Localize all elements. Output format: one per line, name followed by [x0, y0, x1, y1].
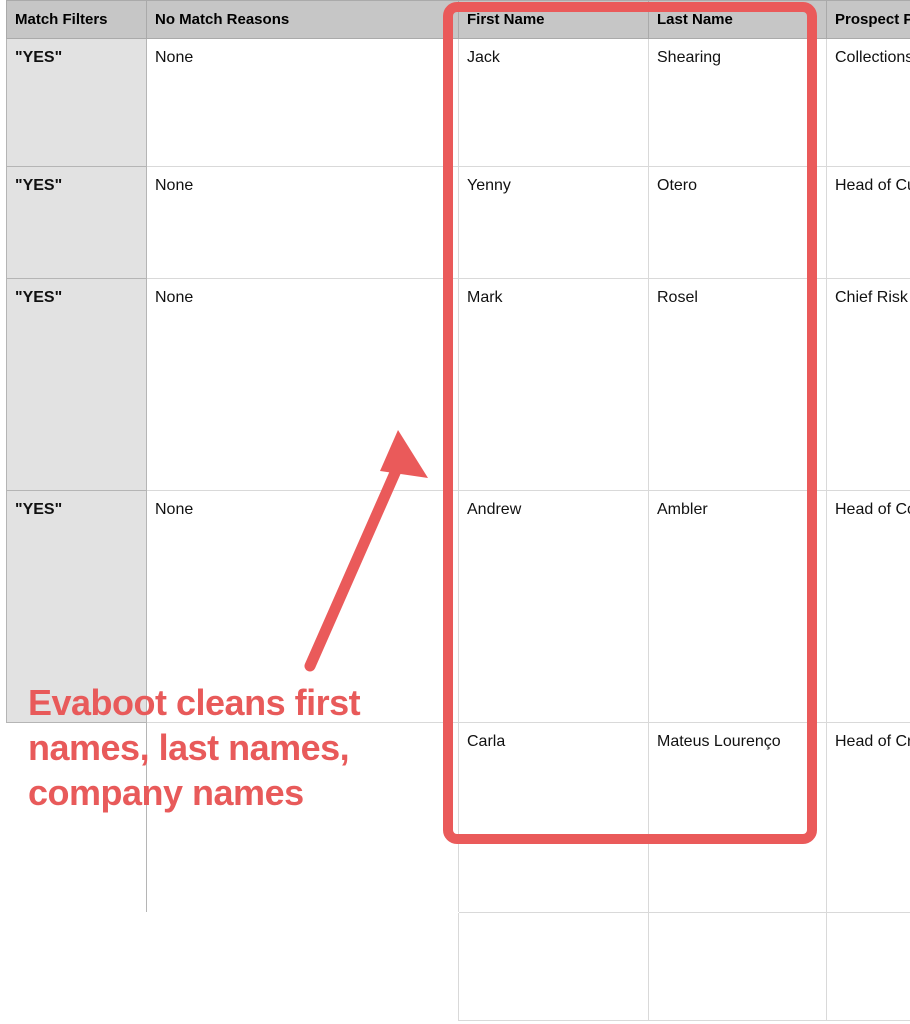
cell-last: Shearing [649, 39, 827, 167]
cell-prospect: Head of Co [827, 491, 910, 723]
header-no-match-reasons: No Match Reasons [147, 1, 459, 39]
cell-match: "YES" [7, 39, 147, 167]
data-table-wrap: Match Filters No Match Reasons First Nam… [6, 0, 910, 1021]
table-header-row: Match Filters No Match Reasons First Nam… [7, 1, 910, 39]
header-last-name: Last Name [649, 1, 827, 39]
cell-first [459, 913, 649, 1021]
cell-reason [147, 913, 459, 1021]
data-table: Match Filters No Match Reasons First Nam… [6, 0, 910, 1021]
cell-first: Mark [459, 279, 649, 491]
table-row: "YES" None Mark Rosel Chief Risk O [7, 279, 910, 491]
cell-reason: None [147, 167, 459, 279]
cell-prospect: Chief Risk O [827, 279, 910, 491]
cell-first: Andrew [459, 491, 649, 723]
annotation-text: Evaboot cleans first names, last names, … [28, 680, 428, 815]
header-match-filters: Match Filters [7, 1, 147, 39]
cell-first: Carla [459, 723, 649, 913]
cell-first: Yenny [459, 167, 649, 279]
cell-prospect: Head of Cre [827, 723, 910, 913]
table-row: "YES" None Jack Shearing Collections [7, 39, 910, 167]
cell-first: Jack [459, 39, 649, 167]
cell-prospect [827, 913, 910, 1021]
cell-last: Ambler [649, 491, 827, 723]
cell-match [7, 913, 147, 1021]
table-row [7, 913, 910, 1021]
cell-prospect: Head of Cus [827, 167, 910, 279]
cell-last: Otero [649, 167, 827, 279]
cell-last [649, 913, 827, 1021]
cell-match: "YES" [7, 167, 147, 279]
cell-last: Mateus Lourenço [649, 723, 827, 913]
cell-last: Rosel [649, 279, 827, 491]
cell-reason: None [147, 39, 459, 167]
cell-prospect: Collections [827, 39, 910, 167]
header-prospect: Prospect P [827, 1, 910, 39]
cell-reason: None [147, 279, 459, 491]
table-row: "YES" None Yenny Otero Head of Cus [7, 167, 910, 279]
header-first-name: First Name [459, 1, 649, 39]
cell-match: "YES" [7, 279, 147, 491]
